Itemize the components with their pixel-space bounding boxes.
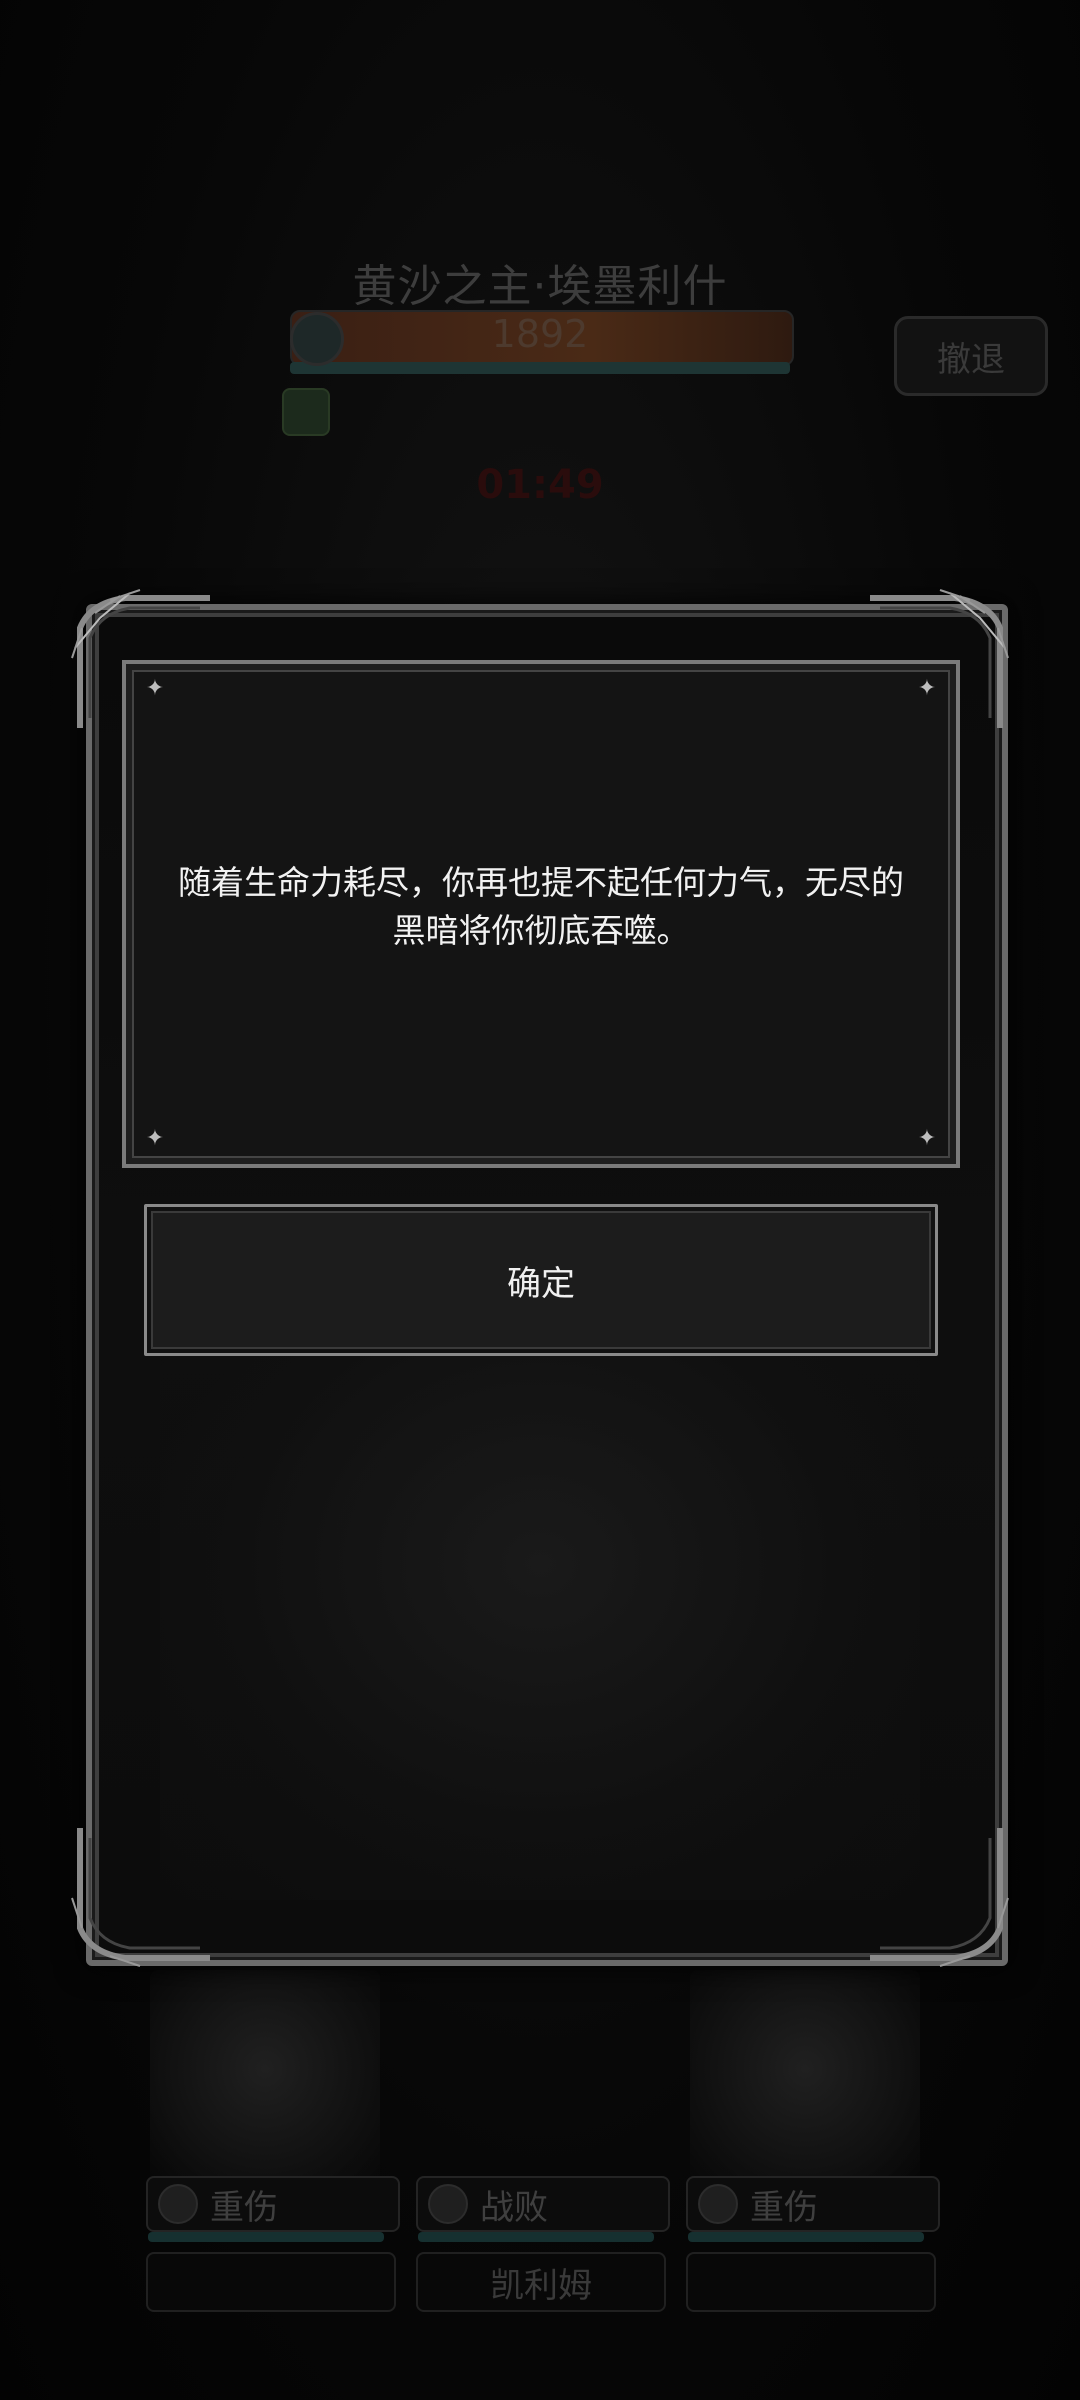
sword-icon — [698, 2184, 738, 2224]
party-portrait-1 — [150, 1970, 380, 2190]
sparkle-icon: ✦ — [145, 1126, 165, 1151]
boss-buff-icon — [282, 388, 330, 436]
party-status-label: 重伤 — [750, 2187, 818, 2228]
party-name-1 — [146, 2252, 396, 2312]
party-hp-bar-3 — [688, 2232, 924, 2242]
boss-name: 黄沙之主·埃墨利什 — [352, 261, 728, 312]
party-status-label: 重伤 — [210, 2187, 278, 2228]
party-hp-bar-2 — [418, 2232, 654, 2242]
ornate-corner-icon — [71, 1828, 210, 1967]
dialog-message: 随着生命力耗尽，你再也提不起任何力气，无尽的黑暗将你彻底吞噬。 — [178, 863, 904, 950]
party-hp-bar-1 — [148, 2232, 384, 2242]
party-portrait-3 — [690, 1970, 920, 2190]
ornate-corner-icon — [870, 1828, 1009, 1967]
dialog-background-texture — [160, 1340, 920, 1900]
sparkle-icon: ✦ — [917, 1126, 937, 1151]
confirm-button[interactable]: 确定 — [144, 1204, 938, 1356]
retreat-button[interactable]: 撤退 — [894, 316, 1048, 396]
message-panel: ✦ ✦ ✦ ✦ 随着生命力耗尽，你再也提不起任何力气，无尽的黑暗将你彻底吞噬。 — [122, 660, 960, 1168]
boss-shield-bar — [290, 362, 790, 374]
party-name-2: 凯利姆 — [416, 2252, 666, 2312]
turn-timer: 01:49 — [476, 462, 604, 508]
party-name-3 — [686, 2252, 936, 2312]
sword-icon — [428, 2184, 468, 2224]
sparkle-icon: ✦ — [917, 676, 937, 701]
sparkle-icon: ✦ — [145, 676, 165, 701]
boss-hp-value: 1892 — [491, 312, 589, 356]
party-status-2: 战败 — [416, 2176, 670, 2232]
party-status-3: 重伤 — [686, 2176, 940, 2232]
sword-icon — [158, 2184, 198, 2224]
party-status-label: 战败 — [480, 2187, 548, 2228]
party-status-1: 重伤 — [146, 2176, 400, 2232]
